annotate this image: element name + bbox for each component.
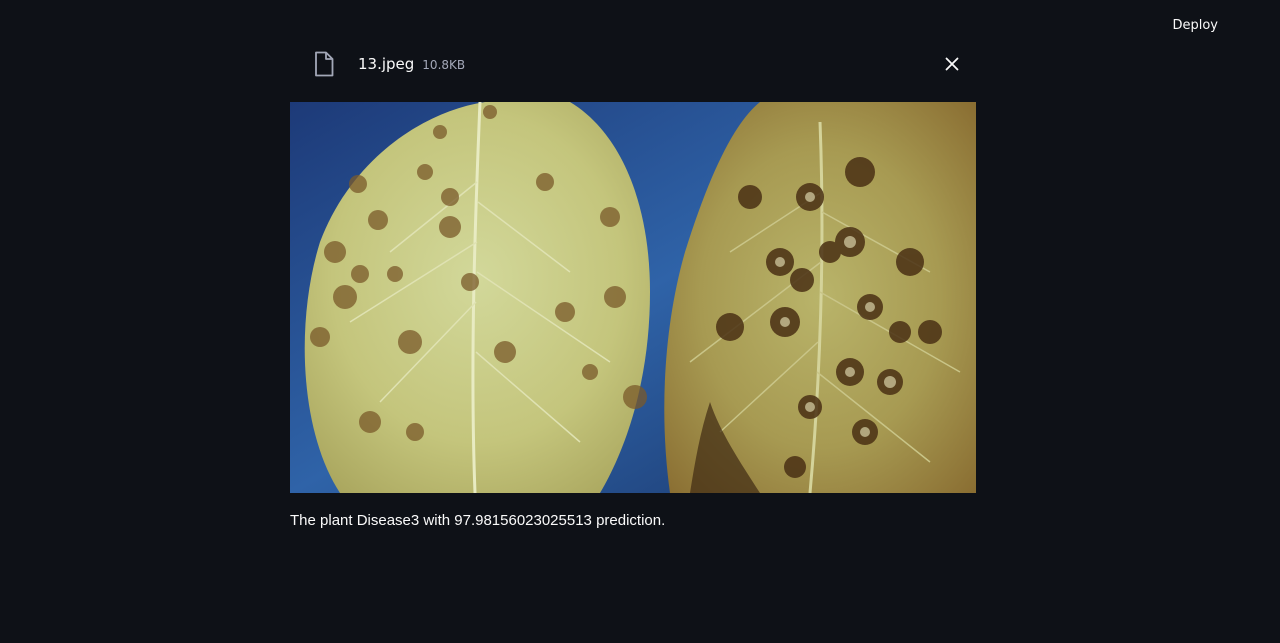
file-name: 13.jpeg <box>358 55 415 73</box>
uploaded-file-row: 13.jpeg 10.8KB <box>290 44 976 84</box>
file-size: 10.8KB <box>422 58 466 72</box>
close-icon[interactable] <box>940 52 964 76</box>
prediction-result: The plant Disease3 with 97.9815602302551… <box>290 512 666 529</box>
document-icon <box>314 51 334 77</box>
app-root: Deploy 13.jpeg 10.8KB The plant Disease3… <box>0 0 1280 643</box>
deploy-button[interactable]: Deploy <box>1162 12 1228 40</box>
uploaded-image <box>290 102 976 493</box>
